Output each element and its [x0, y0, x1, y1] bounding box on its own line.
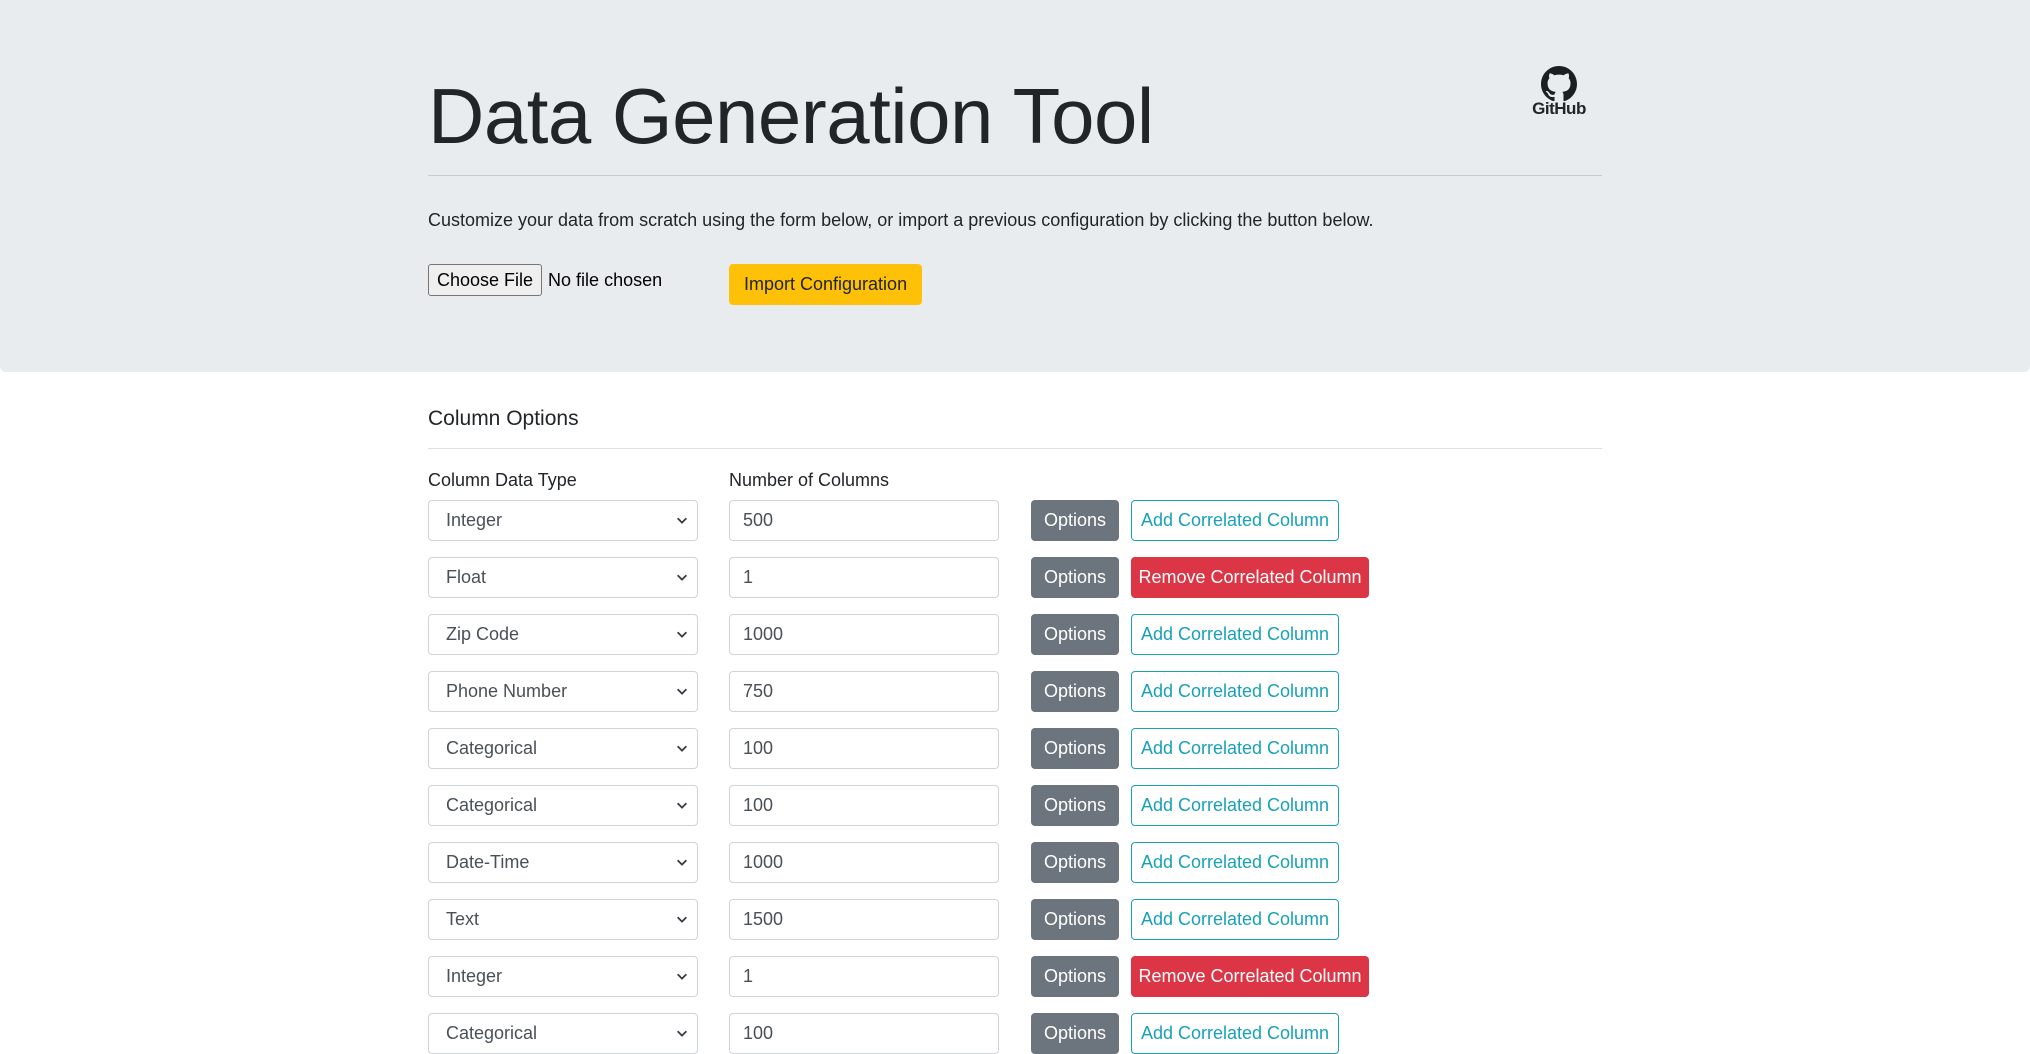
choose-file-button[interactable]: Choose File [428, 264, 543, 296]
add-correlated-column-button[interactable]: Add Correlated Column [1131, 671, 1339, 712]
chevron-down-icon [677, 802, 687, 809]
number-of-columns-input[interactable]: 1500 [729, 899, 999, 940]
column-row: Text 1500 Options Add Correlated Column [428, 899, 1602, 940]
options-button[interactable]: Options [1031, 614, 1119, 655]
remove-correlated-column-button[interactable]: Remove Correlated Column [1131, 956, 1369, 997]
column-data-type-value: Text [446, 909, 480, 929]
number-of-columns-input[interactable]: 100 [729, 1013, 999, 1054]
add-correlated-column-button[interactable]: Add Correlated Column [1131, 899, 1339, 940]
column-data-type-value: Categorical [446, 795, 538, 815]
options-button[interactable]: Options [1031, 671, 1119, 712]
column-row: Date-Time 1000 Options Add Correlated Colum… [428, 842, 1602, 883]
number-of-columns-label: Number of Columns [729, 470, 890, 490]
add-correlated-column-button[interactable]: Add Correlated Column [1131, 842, 1339, 883]
column-row: Categorical 100 Options Add Correlated Colu… [428, 1013, 1602, 1054]
add-correlated-column-button[interactable]: Add Correlated Column [1131, 614, 1339, 655]
options-button[interactable]: Options [1031, 1013, 1119, 1054]
column-data-type-select[interactable]: Integer [428, 500, 698, 541]
chevron-down-icon [677, 631, 687, 638]
column-data-type-select[interactable]: Integer [428, 956, 698, 997]
options-button[interactable]: Options [1031, 956, 1119, 997]
column-data-type-value: Zip Code [446, 624, 520, 644]
column-row: Phone Number 750 Options Add Correlated Col… [428, 671, 1602, 712]
add-correlated-column-button[interactable]: Add Correlated Column [1131, 785, 1339, 826]
column-data-type-value: Date-Time [446, 852, 530, 872]
chevron-down-icon [677, 745, 687, 752]
import-configuration-button[interactable]: Import Configuration [729, 264, 923, 305]
options-button[interactable]: Options [1031, 785, 1119, 826]
column-data-type-value: Float [446, 567, 487, 587]
column-data-type-value: Categorical [446, 1023, 538, 1043]
chevron-down-icon [677, 517, 687, 524]
column-data-type-select[interactable]: Categorical [428, 1013, 698, 1054]
options-button[interactable]: Options [1031, 500, 1119, 541]
column-row: Categorical 100 Options Add Correlated Colu… [428, 785, 1602, 826]
column-row: Zip Code 1000 Options Add Correlated Column [428, 614, 1602, 655]
header-jumbotron [0, 0, 2030, 372]
column-options-title: Column Options [428, 407, 579, 430]
column-data-type-select[interactable]: Phone Number [428, 671, 698, 712]
chevron-down-icon [677, 859, 687, 866]
column-row: Integer 1 Options Remove Correlated Column [428, 956, 1602, 997]
column-row: Integer 500 Options Add Correlated Column [428, 500, 1602, 541]
column-data-type-select[interactable]: Zip Code [428, 614, 698, 655]
file-input[interactable]: Choose File No file chosen [428, 264, 662, 296]
column-data-type-select[interactable]: Float [428, 557, 698, 598]
options-button[interactable]: Options [1031, 557, 1119, 598]
chevron-down-icon [677, 973, 687, 980]
add-correlated-column-button[interactable]: Add Correlated Column [1131, 728, 1339, 769]
page-title: Data Generation Tool [428, 72, 1154, 160]
add-correlated-column-button[interactable]: Add Correlated Column [1131, 1013, 1339, 1054]
column-data-type-value: Categorical [446, 738, 538, 758]
column-data-type-value: Integer [446, 510, 503, 530]
chevron-down-icon [677, 916, 687, 923]
number-of-columns-input[interactable]: 1000 [729, 614, 999, 655]
number-of-columns-input[interactable]: 500 [729, 500, 999, 541]
chevron-down-icon [677, 1030, 687, 1037]
column-data-type-select[interactable]: Text [428, 899, 698, 940]
chevron-down-icon [677, 574, 687, 581]
github-icon [1541, 66, 1577, 102]
header-divider [428, 175, 1602, 176]
file-status-text: No file chosen [548, 269, 663, 290]
column-data-type-label: Column Data Type [428, 470, 577, 490]
number-of-columns-input[interactable]: 1 [729, 557, 999, 598]
number-of-columns-input[interactable]: 100 [729, 728, 999, 769]
remove-correlated-column-button[interactable]: Remove Correlated Column [1131, 557, 1369, 598]
options-button[interactable]: Options [1031, 899, 1119, 940]
github-label: GitHub [1532, 99, 1586, 118]
number-of-columns-input[interactable]: 750 [729, 671, 999, 712]
column-data-type-value: Phone Number [446, 681, 568, 701]
add-correlated-column-button[interactable]: Add Correlated Column [1131, 500, 1339, 541]
section-divider [428, 448, 1602, 449]
number-of-columns-input[interactable]: 1000 [729, 842, 999, 883]
column-row: Float 1 Options Remove Correlated Column [428, 557, 1602, 598]
description-text: Customize your data from scratch using t… [428, 210, 1374, 230]
number-of-columns-input[interactable]: 100 [729, 785, 999, 826]
column-data-type-select[interactable]: Date-Time [428, 842, 698, 883]
options-button[interactable]: Options [1031, 728, 1119, 769]
column-data-type-select[interactable]: Categorical [428, 785, 698, 826]
column-data-type-select[interactable]: Categorical [428, 728, 698, 769]
chevron-down-icon [677, 688, 687, 695]
column-row: Categorical 100 Options Add Correlated Colu… [428, 728, 1602, 769]
options-button[interactable]: Options [1031, 842, 1119, 883]
column-data-type-value: Integer [446, 966, 503, 986]
github-link[interactable]: GitHub [1530, 66, 1588, 122]
number-of-columns-input[interactable]: 1 [729, 956, 999, 997]
